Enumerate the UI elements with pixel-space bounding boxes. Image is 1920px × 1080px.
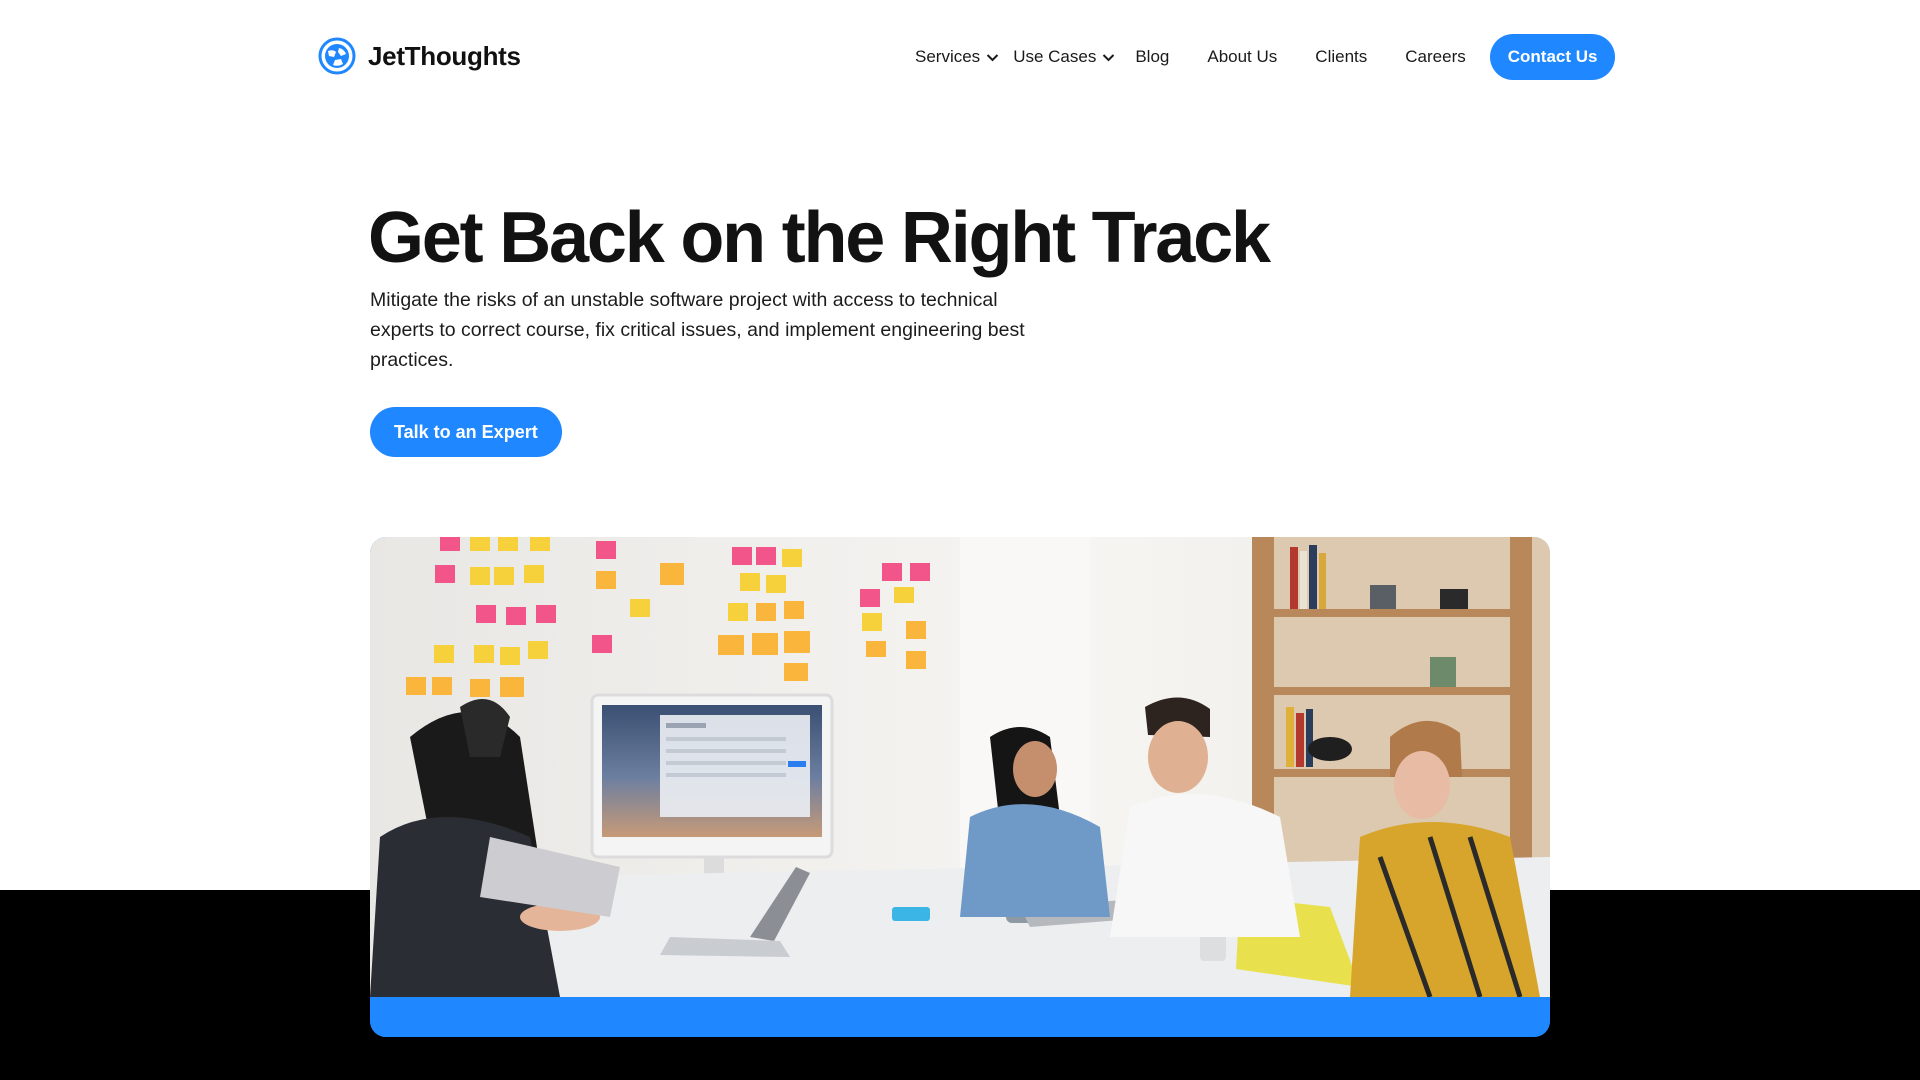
nav-item-clients[interactable]: Clients [1315,47,1367,67]
photo-bottom-bar [370,997,1550,1037]
chevron-down-icon [1103,53,1115,61]
nav-item-services[interactable]: Services [915,47,999,67]
main-nav: Services Use Cases Blog About Us Clients… [915,34,1616,80]
brand-name: JetThoughts [368,40,521,71]
nav-item-about-us[interactable]: About Us [1207,47,1277,67]
logo-link[interactable]: JetThoughts [318,37,521,75]
page-title: Get Back on the Right Track [368,198,1271,278]
nav-item-label: Services [915,47,981,66]
talk-to-expert-button[interactable]: Talk to an Expert [370,407,562,457]
globe-logo-icon [318,37,356,75]
team-meeting-photo [370,537,1550,997]
nav-item-blog[interactable]: Blog [1135,47,1169,67]
hero-photo-card [370,537,1550,1037]
nav-item-use-cases[interactable]: Use Cases [1013,47,1115,67]
hero-description: Mitigate the risks of an unstable softwa… [370,289,1025,371]
contact-us-button[interactable]: Contact Us [1489,34,1616,80]
chevron-down-icon [986,53,999,61]
nav-item-careers[interactable]: Careers [1405,47,1465,67]
nav-item-label: Use Cases [1013,47,1097,66]
